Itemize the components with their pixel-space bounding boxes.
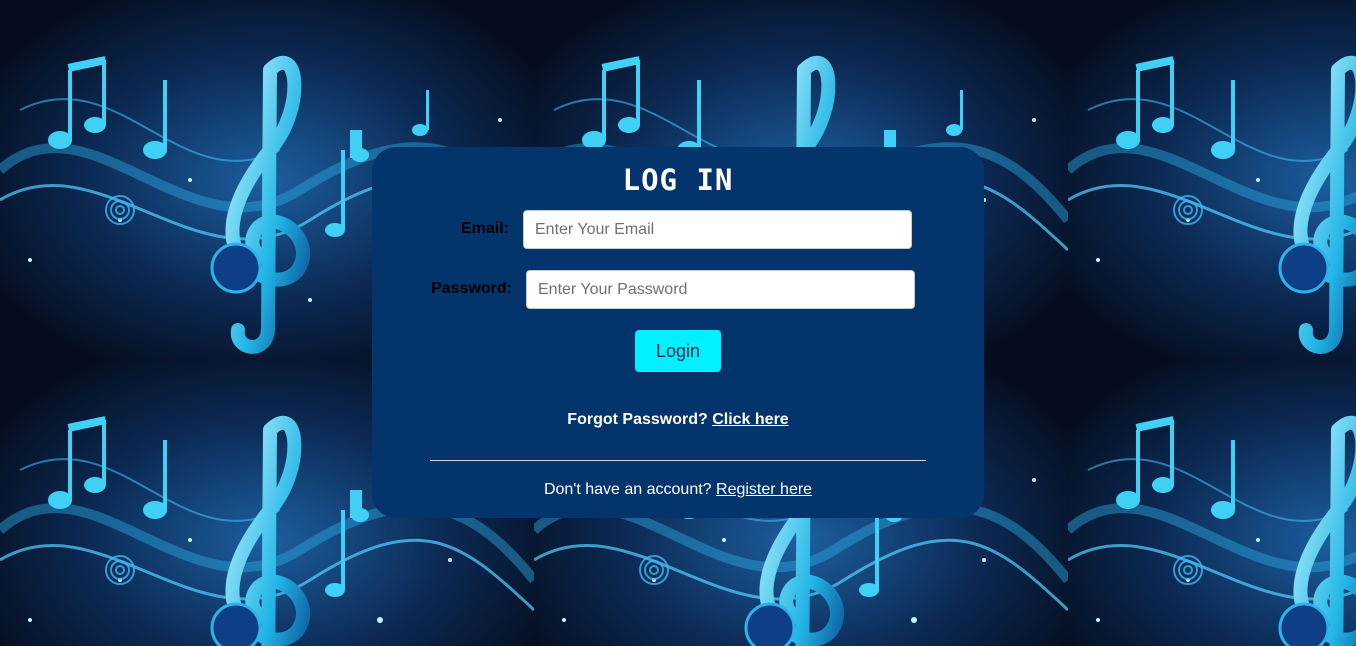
page-title: LOG IN [622,163,734,197]
register-text: Don't have an account? [543,481,712,498]
email-label: Email: [460,220,509,237]
password-label: Password: [431,280,512,297]
forgot-password-text: Forgot Password? [567,411,708,428]
email-field[interactable] [523,210,912,249]
register-row: Don't have an account? Register here [372,481,984,499]
login-card: LOG IN Email: Password: Login Forgot Pas… [372,147,984,518]
forgot-password-link[interactable]: Click here [712,411,788,428]
password-field[interactable] [526,270,915,309]
login-button[interactable]: Login [635,330,721,372]
forgot-password-row: Forgot Password? Click here [372,411,984,429]
register-link[interactable]: Register here [716,481,812,498]
divider [430,460,926,461]
